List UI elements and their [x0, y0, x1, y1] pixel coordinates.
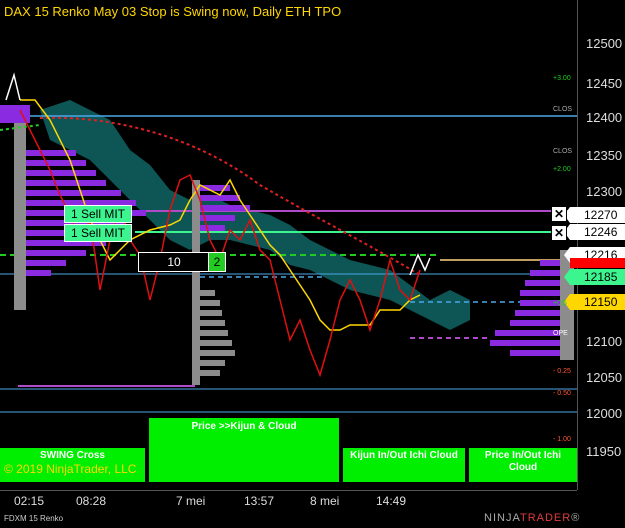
price-label: 12350 — [586, 148, 623, 163]
white-wick-1 — [5, 72, 21, 101]
price-label: 12500 — [586, 36, 623, 51]
order-quantity[interactable]: 10 — [138, 252, 210, 272]
price-label: 12000 — [586, 406, 623, 421]
sell-mit-order[interactable]: 1 Sell MIT — [64, 224, 133, 242]
time-label: 7 mei — [176, 494, 206, 508]
time-label: 13:57 — [244, 494, 275, 508]
price-tag-12185: 12185 — [564, 269, 625, 285]
level-label: +2.00 — [553, 166, 571, 173]
trader-text: TRADER — [519, 512, 572, 524]
time-axis-line — [0, 490, 577, 491]
level-label: OPE — [553, 330, 568, 337]
chart-title: DAX 15 Renko May 03 Stop is Swing now, D… — [4, 4, 342, 19]
kijun-inout-cloud-button[interactable]: Kijun In/Out Ichi Cloud — [343, 448, 465, 482]
copyright: © 2019 NinjaTrader, LLC — [4, 462, 137, 476]
close-icon[interactable]: ✕ — [551, 225, 567, 241]
level-label: CLOS — [553, 148, 573, 155]
order-count-badge[interactable]: 2 — [208, 252, 226, 272]
close-icon[interactable]: ✕ — [551, 206, 567, 222]
price-label: 12050 — [586, 370, 623, 385]
price-axis-divider — [577, 0, 578, 490]
price-tag-12150: 12150 — [564, 294, 625, 310]
time-label: 08:28 — [76, 494, 107, 508]
price-label: 12400 — [586, 110, 623, 125]
price-label: 12450 — [586, 76, 623, 91]
level-label: - 0.50 — [553, 390, 571, 397]
level-label: CLOS — [553, 106, 573, 113]
time-label: 02:15 — [14, 494, 45, 508]
price-tag-12246: 12246 — [564, 224, 625, 240]
level-label: - 1.00 — [553, 436, 571, 443]
level-label: +3.00 — [553, 75, 571, 82]
registered-mark: ® — [571, 512, 581, 524]
price-tag-12270: 12270 — [564, 207, 625, 223]
sell-mit-order[interactable]: 1 Sell MIT — [64, 205, 133, 223]
level-label: +0.5 — [553, 300, 567, 307]
price-label: 11950 — [586, 444, 622, 459]
tpo-profile-2 — [192, 180, 250, 385]
price-kijun-cloud-button[interactable]: Price >>Kijun & Cloud — [149, 418, 339, 482]
price-tag-red-marker — [570, 258, 625, 268]
price-label: 12300 — [586, 184, 623, 199]
instrument-label: FDXM 15 Renko — [4, 514, 64, 523]
ninja-text: NINJA — [484, 512, 520, 524]
price-inout-cloud-button[interactable]: Price In/Out Ichi Cloud — [469, 448, 577, 482]
level-label: - 0.25 — [553, 368, 571, 375]
price-label: 12100 — [586, 334, 623, 349]
time-label: 14:49 — [376, 494, 407, 508]
time-label: 8 mei — [310, 494, 340, 508]
ninjatrader-logo: NINJATRADER® — [484, 512, 580, 524]
